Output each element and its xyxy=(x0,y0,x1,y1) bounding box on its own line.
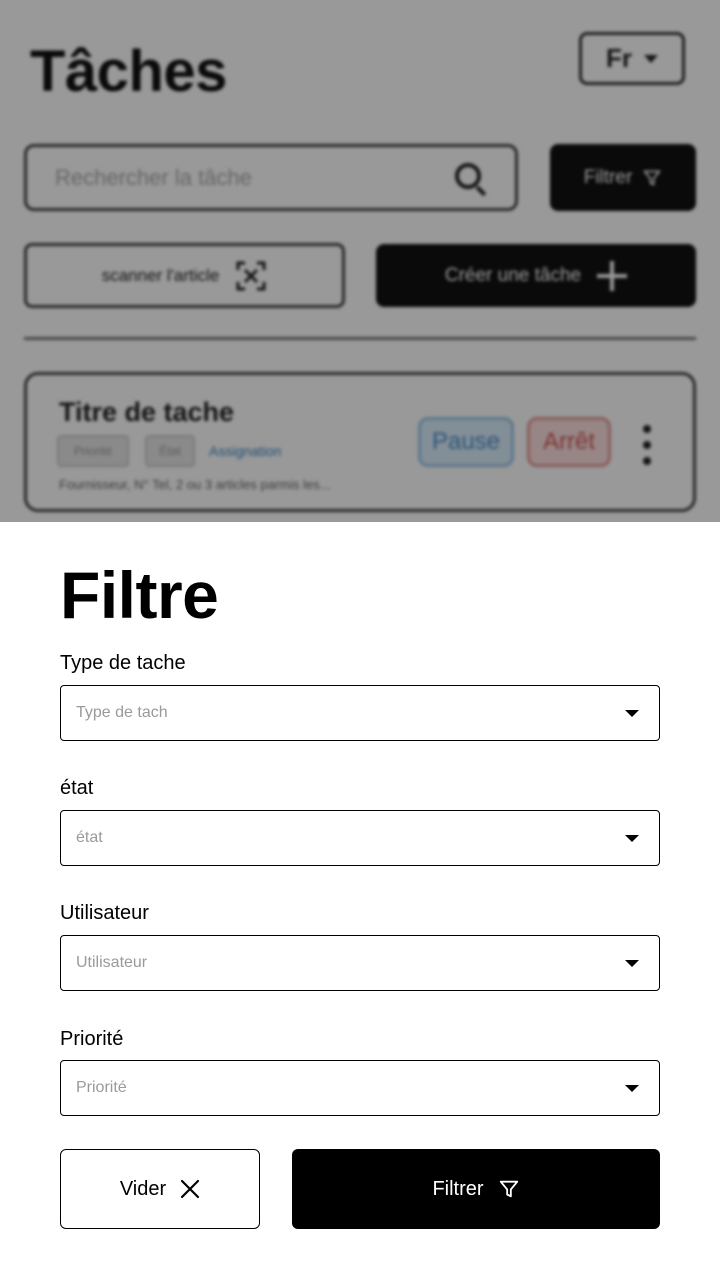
user-label: Utilisateur xyxy=(60,902,149,924)
chevron-down-icon xyxy=(625,959,639,967)
user-placeholder: Utilisateur xyxy=(76,954,148,971)
user-select[interactable]: Utilisateur xyxy=(60,935,660,991)
chevron-down-icon xyxy=(625,1084,639,1092)
state-label: état xyxy=(60,777,94,799)
filter-icon xyxy=(498,1178,520,1200)
chevron-down-icon xyxy=(625,709,639,717)
priority-label: Priorité xyxy=(60,1028,124,1050)
state-placeholder: état xyxy=(76,829,103,846)
apply-button-label: Filtrer xyxy=(432,1177,484,1200)
state-select[interactable]: état xyxy=(60,810,660,866)
priority-placeholder: Priorité xyxy=(76,1079,127,1096)
filter-sheet: Filtre Type de tache Type de tach état é… xyxy=(0,522,720,1280)
apply-filter-button[interactable]: Filtrer xyxy=(292,1149,660,1229)
sheet-title: Filtre xyxy=(60,558,219,632)
close-icon xyxy=(180,1179,200,1199)
clear-button-label: Vider xyxy=(119,1177,167,1200)
task-type-placeholder: Type de tach xyxy=(76,704,168,721)
chevron-down-icon xyxy=(625,834,639,842)
background-page: Tâches Fr Rechercher la tâche Filtrer sc… xyxy=(0,0,720,522)
task-type-select[interactable]: Type de tach xyxy=(60,685,660,741)
clear-button[interactable]: Vider xyxy=(60,1149,260,1229)
modal-overlay[interactable] xyxy=(0,0,720,522)
task-type-label: Type de tache xyxy=(60,652,186,674)
priority-select[interactable]: Priorité xyxy=(60,1060,660,1116)
